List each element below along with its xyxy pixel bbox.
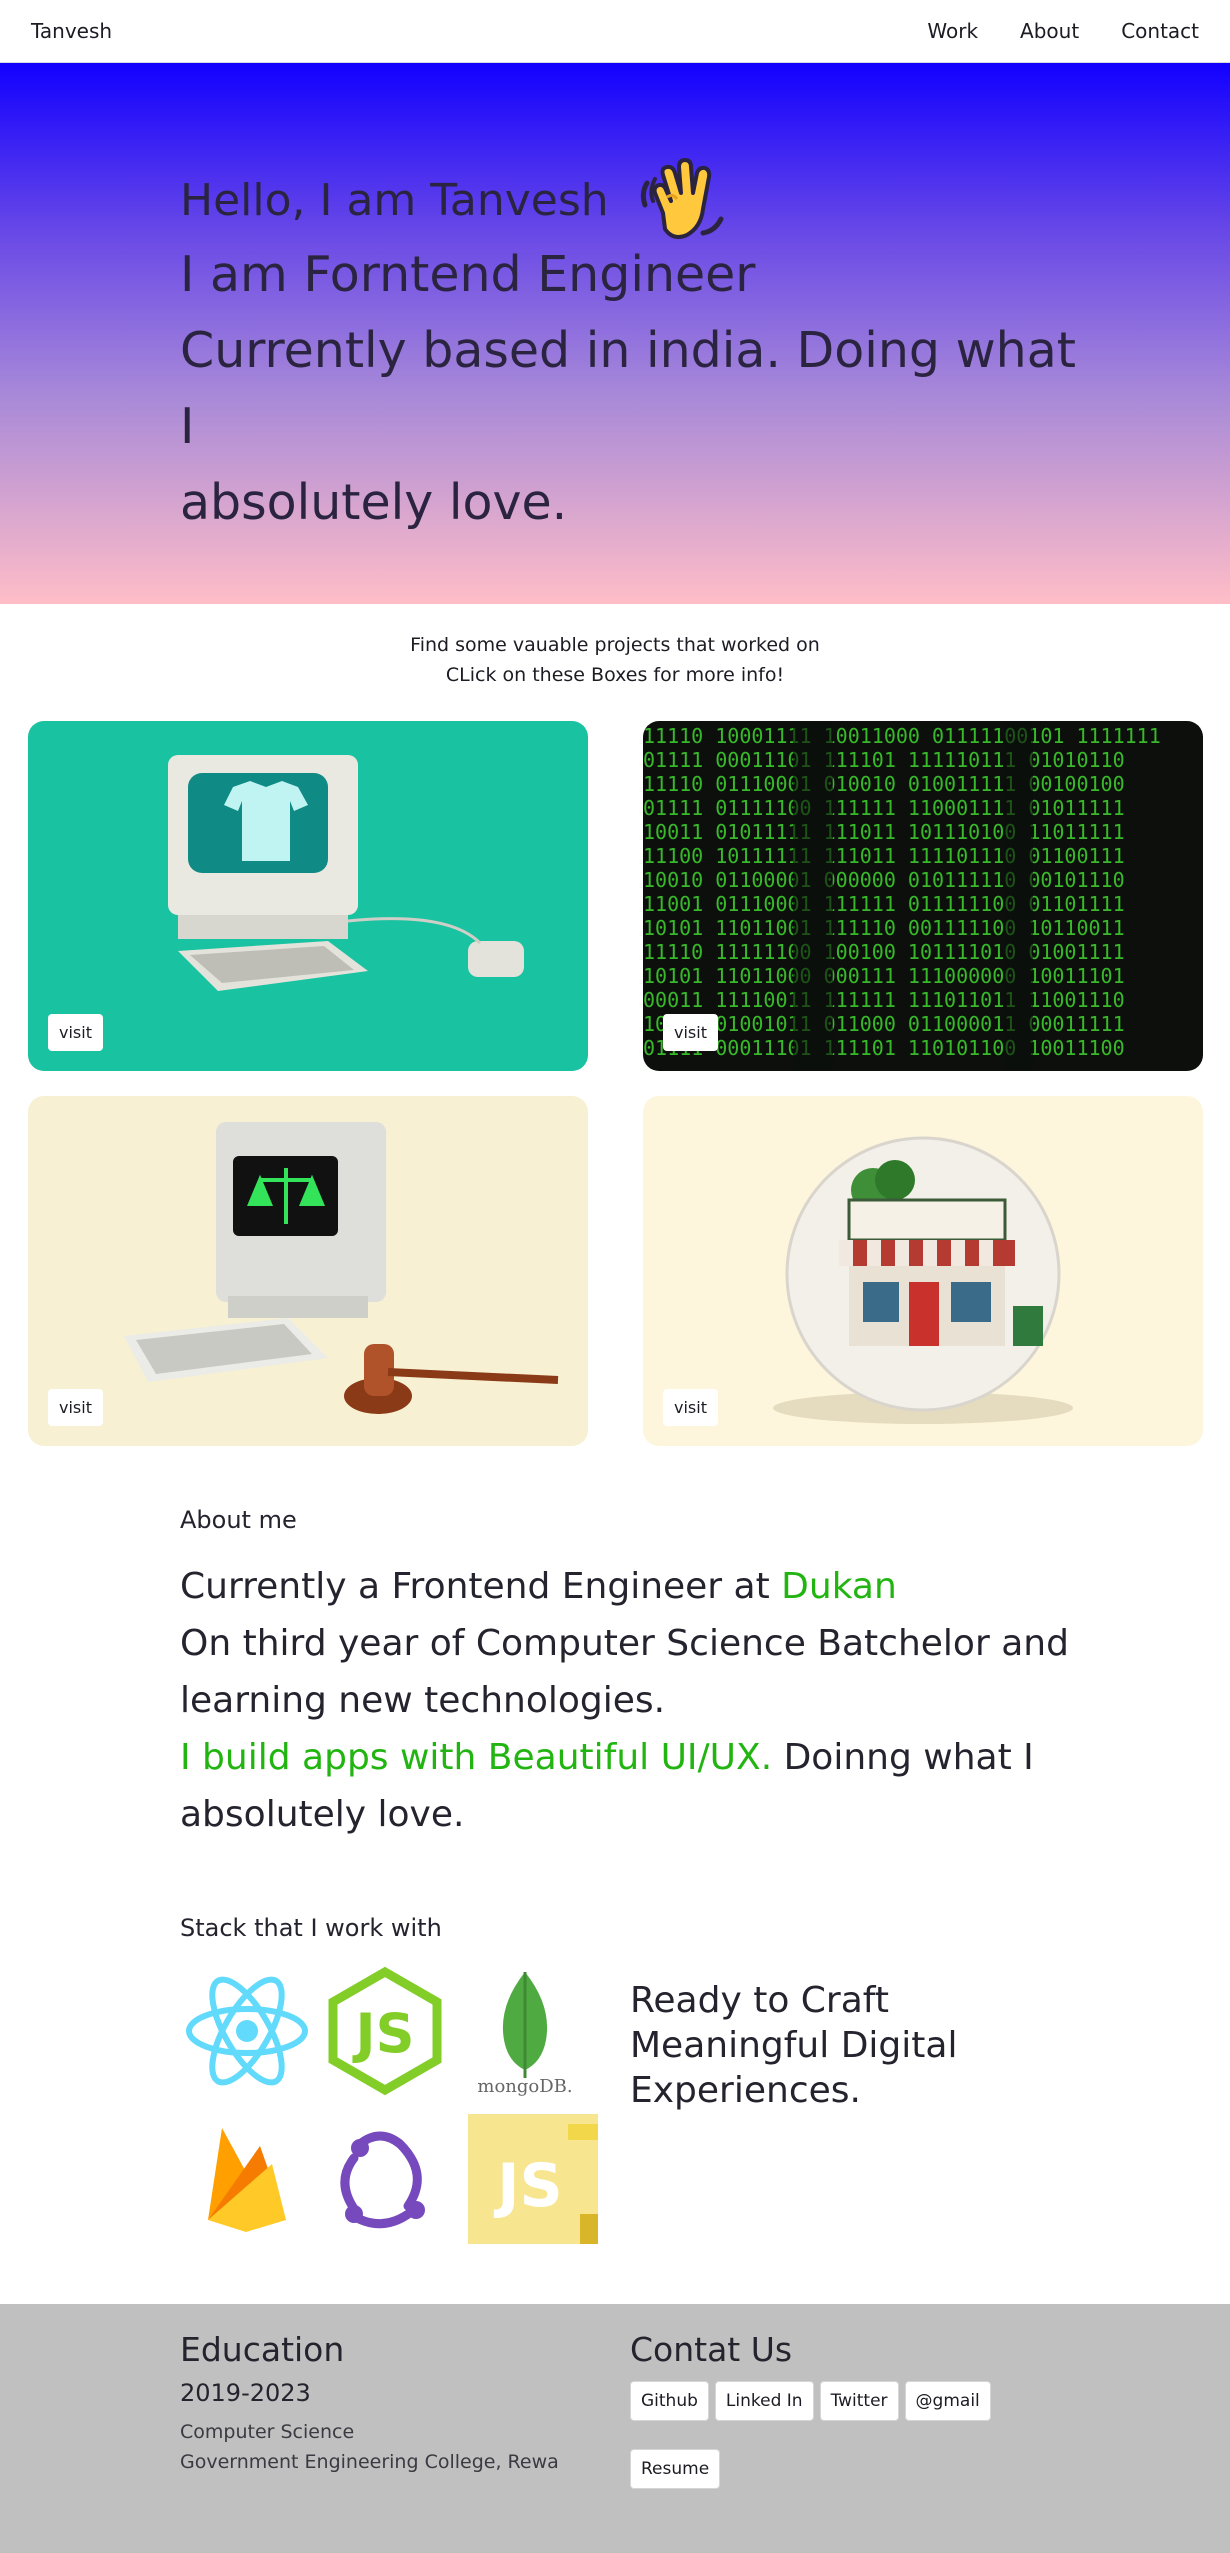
react-icon	[186, 1976, 308, 2086]
retro-computer-shirt-image	[28, 721, 588, 1071]
hero-hello-text: Hello, I am Tanvesh	[180, 174, 609, 226]
project-card-store[interactable]: visit	[643, 1096, 1203, 1446]
projects-intro-line2: CLick on these Boxes for more info!	[445, 664, 785, 686]
hero-role-line: I am Forntend Engineer	[180, 246, 756, 303]
about-line1-prefix: Currently a Frontend Engineer at	[180, 1566, 782, 1607]
stack-title: Stack that I work with	[180, 1914, 442, 1942]
projects-intro-line1: Find some vauable projects that worked o…	[410, 634, 820, 656]
project-card-ecommerce[interactable]: visit	[28, 721, 588, 1071]
footer: Education 2019-2023 Computer Science Gov…	[0, 2304, 1230, 2553]
nav-link-about[interactable]: About	[1020, 19, 1079, 43]
binary-code-matrix-image: 11110 10001111 10011000 01111100101 1111…	[643, 721, 1203, 1071]
visit-button[interactable]: visit	[48, 1389, 103, 1426]
about-text: Currently a Frontend Engineer at Dukan O…	[180, 1558, 1080, 1843]
visit-button[interactable]: visit	[48, 1014, 103, 1051]
gmail-button[interactable]: @gmail	[904, 2381, 991, 2421]
svg-text:11100 10111111 111011 11110111: 11100 10111111 111011 111101110 01100111	[643, 844, 1125, 868]
projects-intro: Find some vauable projects that worked o…	[0, 630, 1230, 690]
top-navbar: Tanvesh Work About Contact	[0, 0, 1230, 63]
education-college: Government Engineering College, Rewa	[180, 2451, 559, 2473]
javascript-label: JS	[493, 2151, 563, 2221]
svg-text:10010 01100001 000000 01011111: 10010 01100001 000000 010111110 00101110	[643, 868, 1125, 892]
company-name: Dukan	[781, 1566, 897, 1607]
linkedin-button[interactable]: Linked In	[714, 2381, 814, 2421]
svg-text:11110 10001111 10011000 011111: 11110 10001111 10011000 01111100101 1111…	[643, 724, 1161, 748]
redux-icon	[340, 2131, 425, 2229]
project-card-matrix[interactable]: 11110 10001111 10011000 01111100101 1111…	[643, 721, 1203, 1071]
about-title: About me	[180, 1506, 297, 1534]
nodejs-label: JS	[352, 2002, 415, 2065]
hero-content: Hello, I am Tanvesh I am Forntend Engine…	[180, 158, 1080, 541]
firebase-icon	[208, 2128, 286, 2232]
svg-text:01111 00011101 111101 11111011: 01111 00011101 111101 111110111 01010110	[643, 748, 1125, 772]
contact-title: Contat Us	[630, 2330, 793, 2369]
waving-hand-icon	[640, 158, 724, 239]
visit-button[interactable]: visit	[663, 1014, 718, 1051]
ready-tagline: Ready to Craft Meaningful Digital Experi…	[630, 1980, 958, 2111]
svg-text:11001 01110001 111111 01111110: 11001 01110001 111111 011111100 01101111	[643, 892, 1125, 916]
nav-link-contact[interactable]: Contact	[1121, 19, 1199, 43]
education-degree: Computer Science	[180, 2421, 355, 2443]
github-button[interactable]: Github	[630, 2381, 709, 2421]
contact-block: Contat Us Github Linked In Twitter @gmai…	[630, 2330, 991, 2489]
svg-text:00011 11110011 111111 11101101: 00011 11110011 111111 111011011 11001110	[643, 988, 1125, 1012]
hero-love-line: absolutely love.	[180, 474, 568, 531]
brand-logo-link[interactable]: Tanvesh	[31, 19, 112, 43]
about-section: About me Currently a Frontend Engineer a…	[180, 1506, 1080, 1843]
about-highlight: I build apps with Beautiful UI/UX.	[180, 1737, 773, 1778]
mongodb-label: mongoDB.	[477, 2076, 572, 2096]
resume-button[interactable]: Resume	[630, 2449, 721, 2489]
visit-button[interactable]: visit	[663, 1389, 718, 1426]
nodejs-icon: JS	[328, 1966, 442, 2096]
project-card-legal[interactable]: visit	[28, 1096, 588, 1446]
about-line2: On third year of Computer Science Batche…	[180, 1623, 1069, 1721]
hero-location-line: Currently based in india. Doing what I	[180, 322, 1076, 455]
education-years: 2019-2023	[180, 2379, 311, 2407]
education-block: Education 2019-2023 Computer Science Gov…	[180, 2330, 559, 2477]
contact-buttons: Github Linked In Twitter @gmail	[630, 2381, 991, 2421]
svg-text:01111 01111100 111111 11000111: 01111 01111100 111111 110001111 01011111	[643, 796, 1125, 820]
svg-text:10011 01011111 111011 10111010: 10011 01011111 111011 101110100 11011111	[643, 820, 1125, 844]
retro-computer-scales-image	[28, 1096, 588, 1446]
svg-text:11110 11111100 100100 10111101: 11110 11111100 100100 101111010 01001111	[643, 940, 1125, 964]
nav-links: Work About Contact	[927, 19, 1199, 43]
nav-link-work[interactable]: Work	[927, 19, 978, 43]
svg-text:10101 11011001 111110 00111110: 10101 11011001 111110 001111100 10110011	[643, 916, 1125, 940]
twitter-button[interactable]: Twitter	[819, 2381, 899, 2421]
svg-text:10101 11011000 000111 11100000: 10101 11011000 000111 111000000 10011101	[643, 964, 1125, 988]
education-title: Education	[180, 2330, 345, 2369]
mongodb-icon: mongoDB.	[477, 1972, 573, 2096]
javascript-icon: JS	[468, 2114, 598, 2244]
shop-in-bubble-image	[643, 1096, 1203, 1446]
svg-text:11110 01110001 010010 01001111: 11110 01110001 010010 010011111 00100100	[643, 772, 1125, 796]
stack-icons-grid: JS mongoDB. JS	[180, 1964, 600, 2244]
hero-section: Hello, I am Tanvesh I am Forntend Engine…	[0, 63, 1230, 604]
hero-greeting: Hello, I am Tanvesh	[180, 158, 1080, 239]
resume-row: Resume	[630, 2449, 991, 2489]
